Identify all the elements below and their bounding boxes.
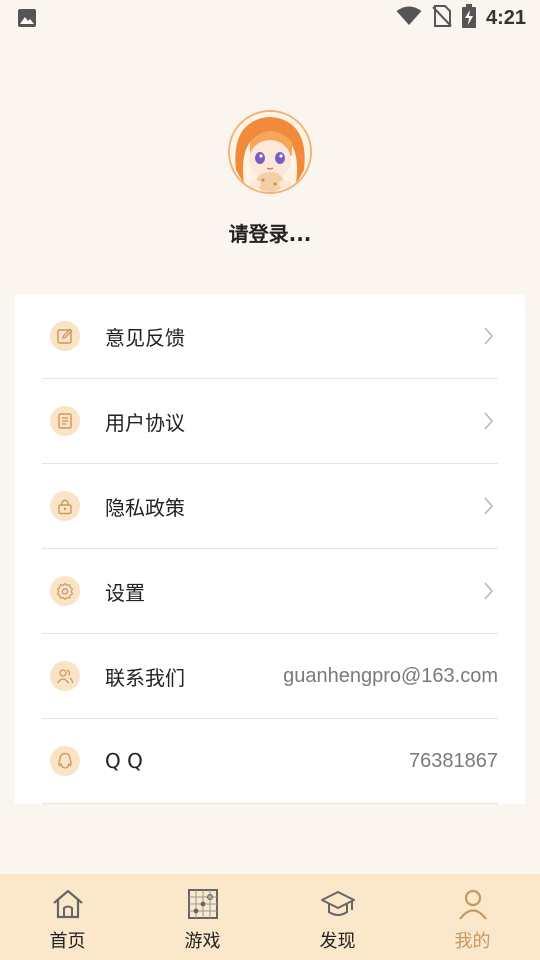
tab-label: 我的 <box>454 931 491 952</box>
wifi-icon <box>396 6 422 30</box>
menu-card: 意见反馈 用户协议 隐私政策 设置 联系我们 guanhengpro@163.c… <box>15 294 525 804</box>
tab-label: 首页 <box>49 931 86 952</box>
chevron-right-icon <box>484 497 494 519</box>
status-bar: 4:21 <box>0 0 540 36</box>
person-icon <box>457 888 489 924</box>
tab-games[interactable]: 游戏 <box>135 874 270 960</box>
contacts-icon <box>50 661 80 691</box>
graduation-cap-icon <box>320 888 356 924</box>
status-time: 4:21 <box>485 6 526 29</box>
menu-item-contact-us[interactable]: 联系我们 guanhengpro@163.com <box>42 634 498 719</box>
qq-number[interactable]: 76381867 <box>409 719 498 804</box>
menu-item-label: 联系我们 <box>105 665 185 690</box>
chevron-right-icon <box>484 412 494 434</box>
menu-item-label: 隐私政策 <box>105 495 185 520</box>
battery-charging-icon <box>461 4 476 32</box>
tab-home[interactable]: 首页 <box>0 874 135 960</box>
agreement-icon <box>50 406 80 436</box>
board-game-icon <box>187 888 219 924</box>
gear-icon <box>50 576 80 606</box>
login-prompt[interactable]: 请登录... <box>0 218 540 247</box>
home-icon <box>51 888 85 924</box>
avatar[interactable] <box>228 110 312 194</box>
chevron-right-icon <box>484 582 494 604</box>
menu-item-feedback[interactable]: 意见反馈 <box>42 294 498 379</box>
lock-icon <box>50 491 80 521</box>
menu-item-label: Q Q <box>105 749 143 773</box>
tab-label: 发现 <box>319 931 356 952</box>
qq-icon <box>50 746 80 776</box>
menu-item-label: 用户协议 <box>105 410 185 435</box>
image-notification-icon <box>17 8 37 32</box>
menu-item-label: 意见反馈 <box>105 325 185 350</box>
menu-item-user-agreement[interactable]: 用户协议 <box>42 379 498 464</box>
menu-item-settings[interactable]: 设置 <box>42 549 498 634</box>
tab-label: 游戏 <box>184 931 221 952</box>
chevron-right-icon <box>484 327 494 349</box>
menu-item-qq[interactable]: Q Q 76381867 <box>42 719 498 804</box>
menu-item-label: 设置 <box>105 580 145 605</box>
feedback-icon <box>50 321 80 351</box>
bottom-tab-bar: 首页 游戏 发现 我的 <box>0 874 540 960</box>
no-sim-icon <box>432 5 452 31</box>
contact-email[interactable]: guanhengpro@163.com <box>283 634 498 719</box>
menu-item-privacy-policy[interactable]: 隐私政策 <box>42 464 498 549</box>
tab-discover[interactable]: 发现 <box>270 874 405 960</box>
tab-mine[interactable]: 我的 <box>405 874 540 960</box>
profile-header: 请登录... <box>0 110 540 247</box>
